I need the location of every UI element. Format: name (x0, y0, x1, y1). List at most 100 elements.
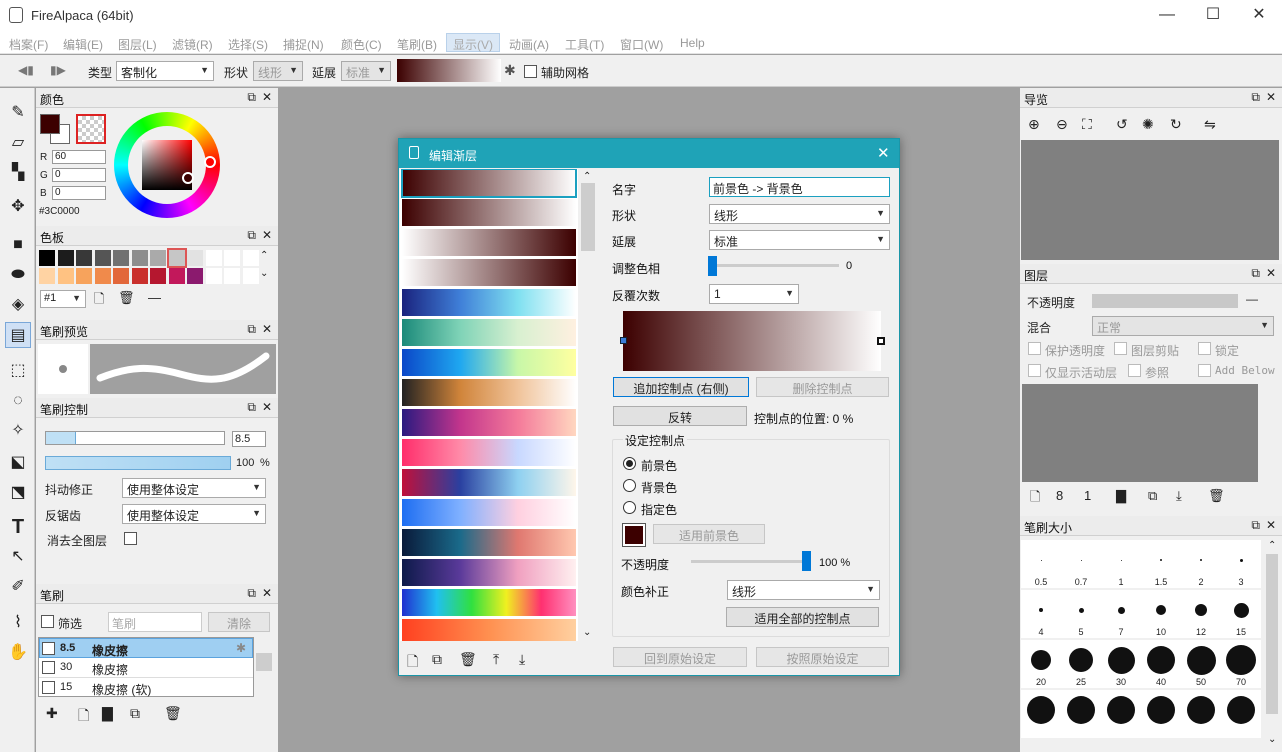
magic-wand-tool-icon[interactable]: ✧ (5, 418, 31, 444)
close-icon[interactable]: ✕ (262, 322, 272, 336)
palette-swatch[interactable] (94, 268, 111, 284)
hue-slider-thumb[interactable] (708, 256, 717, 276)
extend-select[interactable]: 标准 ▼ (709, 230, 890, 250)
gradient-preset[interactable] (402, 379, 576, 407)
list-item[interactable]: 15 橡皮擦 (软) (39, 678, 253, 698)
palette-swatch[interactable] (242, 250, 259, 266)
move-tool-icon[interactable]: ✥ (5, 194, 31, 220)
trash-icon[interactable]: 🗑 (118, 290, 135, 306)
reference-checkbox[interactable] (1128, 364, 1141, 377)
brush-size-cell[interactable] (1021, 690, 1061, 738)
menu-brush[interactable]: 笔刷(B) (397, 36, 437, 53)
menu-edit[interactable]: 编辑(E) (63, 36, 103, 53)
float-icon[interactable]: ⧉ (247, 586, 256, 601)
palette-swatch[interactable] (187, 268, 203, 284)
brush-size-input[interactable]: 8.5 (232, 431, 266, 447)
text-tool-icon[interactable]: T (5, 514, 31, 540)
b-input[interactable]: 0 (52, 186, 106, 200)
operation-tool-icon[interactable]: ↖ (5, 544, 31, 570)
gradient-preview[interactable] (397, 59, 501, 82)
filter-input[interactable]: 笔刷 (108, 612, 202, 632)
palette-swatch[interactable] (205, 268, 222, 284)
eyedropper-tool-icon[interactable]: ⌇ (5, 610, 31, 636)
move-up-icon[interactable]: ⤒ (493, 651, 499, 668)
brush-size-cell[interactable]: 3 (1221, 540, 1261, 588)
gradient-preset[interactable] (402, 619, 576, 641)
fill-shape-tool-icon[interactable]: ⬬ (5, 262, 31, 288)
brush-item-checkbox[interactable] (42, 642, 55, 655)
folder-icon[interactable]: ▇ (102, 705, 113, 722)
hue-handle[interactable] (204, 156, 216, 168)
flip-icon[interactable]: ⇋ (1204, 116, 1216, 133)
gradient-preset[interactable] (402, 469, 576, 497)
close-icon[interactable]: ✕ (877, 144, 890, 162)
erase-all-layers-checkbox[interactable] (124, 532, 137, 545)
brush-size-cell[interactable]: 0.5 (1021, 540, 1061, 588)
brush-size-cell[interactable]: 0.7 (1061, 540, 1101, 588)
gradient-list-scrollbar[interactable]: ⌃ ⌄ (579, 169, 597, 641)
fill-rect-tool-icon[interactable]: ■ (5, 232, 31, 258)
palette-swatch[interactable] (205, 250, 222, 266)
add-control-point-button[interactable]: 追加控制点 (右侧) (613, 377, 749, 397)
add-brush-icon[interactable]: ✚ (46, 705, 58, 722)
navigator-preview[interactable] (1021, 140, 1279, 260)
brush-list-scrollbar[interactable] (256, 637, 272, 697)
float-icon[interactable]: ⧉ (1251, 266, 1260, 281)
gradient-preset[interactable] (402, 349, 576, 377)
brush-size-cell[interactable]: 25 (1061, 640, 1101, 688)
brush-size-cell[interactable]: 1 (1101, 540, 1141, 588)
select-pen-tool-icon[interactable]: ⬕ (5, 450, 31, 476)
shape-select[interactable]: 线形 ▼ (709, 204, 890, 224)
palette-swatch[interactable] (113, 250, 129, 266)
palette-swatch[interactable] (57, 250, 74, 266)
gradient-preset[interactable] (402, 319, 576, 347)
delete-control-point-button[interactable]: 删除控制点 (756, 377, 889, 397)
brush-size-cell[interactable]: 70 (1221, 640, 1261, 688)
chevron-down-icon[interactable]: ⌄ (260, 268, 268, 279)
brush-tool-icon[interactable]: ✎ (5, 100, 31, 126)
rotate-reset-icon[interactable]: ✺ (1142, 116, 1154, 133)
float-icon[interactable]: ⧉ (1251, 518, 1260, 533)
add-below-checkbox[interactable] (1198, 364, 1211, 377)
name-input[interactable]: 前景色 -> 背景色 (709, 177, 890, 197)
reverse-button[interactable]: 反转 (613, 406, 747, 426)
brush-size-cell[interactable]: 30 (1101, 640, 1141, 688)
menu-window[interactable]: 窗口(W) (620, 36, 663, 53)
trash-icon[interactable]: 🗑 (164, 705, 182, 722)
palette-swatch[interactable] (113, 268, 129, 284)
line-icon[interactable]: — (148, 290, 161, 305)
gradient-editor-bar[interactable] (623, 311, 881, 371)
zoom-in-icon[interactable]: ⊕ (1028, 116, 1040, 133)
gear-icon[interactable]: ✱ (504, 62, 516, 79)
scroll-thumb[interactable] (581, 183, 595, 251)
protect-alpha-checkbox[interactable] (1028, 342, 1041, 355)
close-icon[interactable]: ✕ (1266, 518, 1276, 532)
control-point-left[interactable] (620, 337, 627, 344)
brush-size-cell[interactable]: 4 (1021, 590, 1061, 638)
new-brush-icon[interactable]: 🗋 (78, 705, 89, 729)
palette-swatch[interactable] (57, 268, 74, 284)
palette-swatch[interactable] (150, 268, 166, 284)
radio-custom[interactable] (623, 501, 636, 514)
brush-size-slider[interactable] (45, 431, 225, 445)
palette-swatch[interactable] (39, 268, 55, 284)
hand-tool-icon[interactable]: ✋ (5, 640, 31, 666)
r-input[interactable]: 60 (52, 150, 106, 164)
gradient-preset[interactable] (402, 559, 576, 587)
close-icon[interactable]: ✕ (1266, 90, 1276, 104)
list-item[interactable]: 8.5 橡皮擦 ✱ (39, 638, 253, 658)
palette-swatch[interactable] (168, 268, 185, 284)
palette-swatch[interactable] (76, 268, 92, 284)
hue-wheel[interactable] (114, 112, 220, 218)
gradient-preset[interactable] (402, 259, 576, 287)
chevron-up-icon[interactable]: ⌃ (260, 250, 268, 261)
gradient-preset[interactable] (402, 289, 576, 317)
duplicate-icon[interactable]: ⧉ (432, 651, 442, 668)
close-icon[interactable]: ✕ (1266, 266, 1276, 280)
palette-swatch[interactable] (131, 268, 148, 284)
show-active-checkbox[interactable] (1028, 364, 1041, 377)
new-8bit-layer-icon[interactable]: 8 (1056, 488, 1063, 503)
palette-swatch[interactable] (76, 250, 92, 266)
menu-layer[interactable]: 图层(L) (118, 36, 157, 53)
rotate-left-icon[interactable]: ↺ (1116, 116, 1128, 133)
